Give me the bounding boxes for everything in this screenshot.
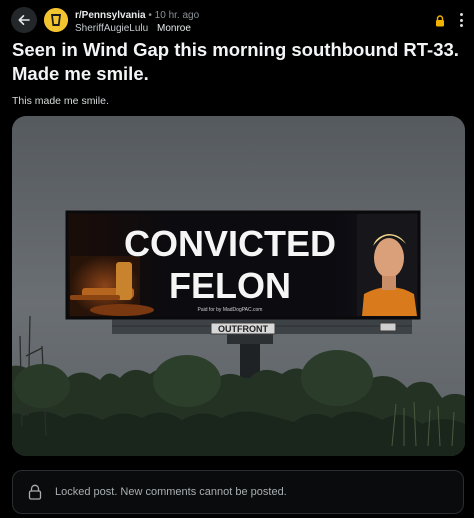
more-vertical-icon	[459, 13, 463, 16]
post-title: Seen in Wind Gap this morning southbound…	[12, 39, 459, 84]
lock-icon	[436, 15, 444, 27]
arrow-left-icon	[18, 15, 30, 25]
portrait-photo	[357, 214, 417, 316]
billboard-paid-for: Paid for by MadDogPAC.com	[198, 307, 263, 313]
billboard-headline-line1: CONVICTED	[124, 223, 336, 264]
post-image[interactable]: CONVICTED FELON Paid for by MadDogPAC.co…	[12, 116, 465, 456]
billboard-brand: OUTFRONT	[218, 324, 268, 334]
keystone-icon	[44, 8, 68, 32]
locked-post-message: Locked post. New comments cannot be post…	[55, 486, 287, 498]
author-flair: Monroe	[156, 23, 191, 34]
post-meta: r/Pennsylvania • 10 hr. ago SheriffAugie…	[75, 9, 199, 35]
subreddit-name[interactable]: r/Pennsylvania	[75, 10, 146, 21]
post-header: r/Pennsylvania • 10 hr. ago SheriffAugie…	[0, 0, 474, 40]
billboard-photo: CONVICTED FELON Paid for by MadDogPAC.co…	[12, 116, 465, 456]
billboard-headline-line2: FELON	[169, 265, 291, 306]
more-options-button[interactable]	[454, 13, 468, 27]
back-button[interactable]	[11, 7, 37, 33]
post-time: 10 hr. ago	[154, 10, 200, 21]
post-body: This made me smile.	[12, 95, 109, 107]
locked-post-notice: Locked post. New comments cannot be post…	[12, 470, 464, 514]
author-name[interactable]: SheriffAugieLulu	[75, 23, 148, 34]
locked-indicator	[435, 14, 445, 32]
subreddit-avatar[interactable]	[44, 8, 68, 32]
lock-icon	[28, 484, 42, 505]
meta-separator: •	[148, 10, 152, 21]
